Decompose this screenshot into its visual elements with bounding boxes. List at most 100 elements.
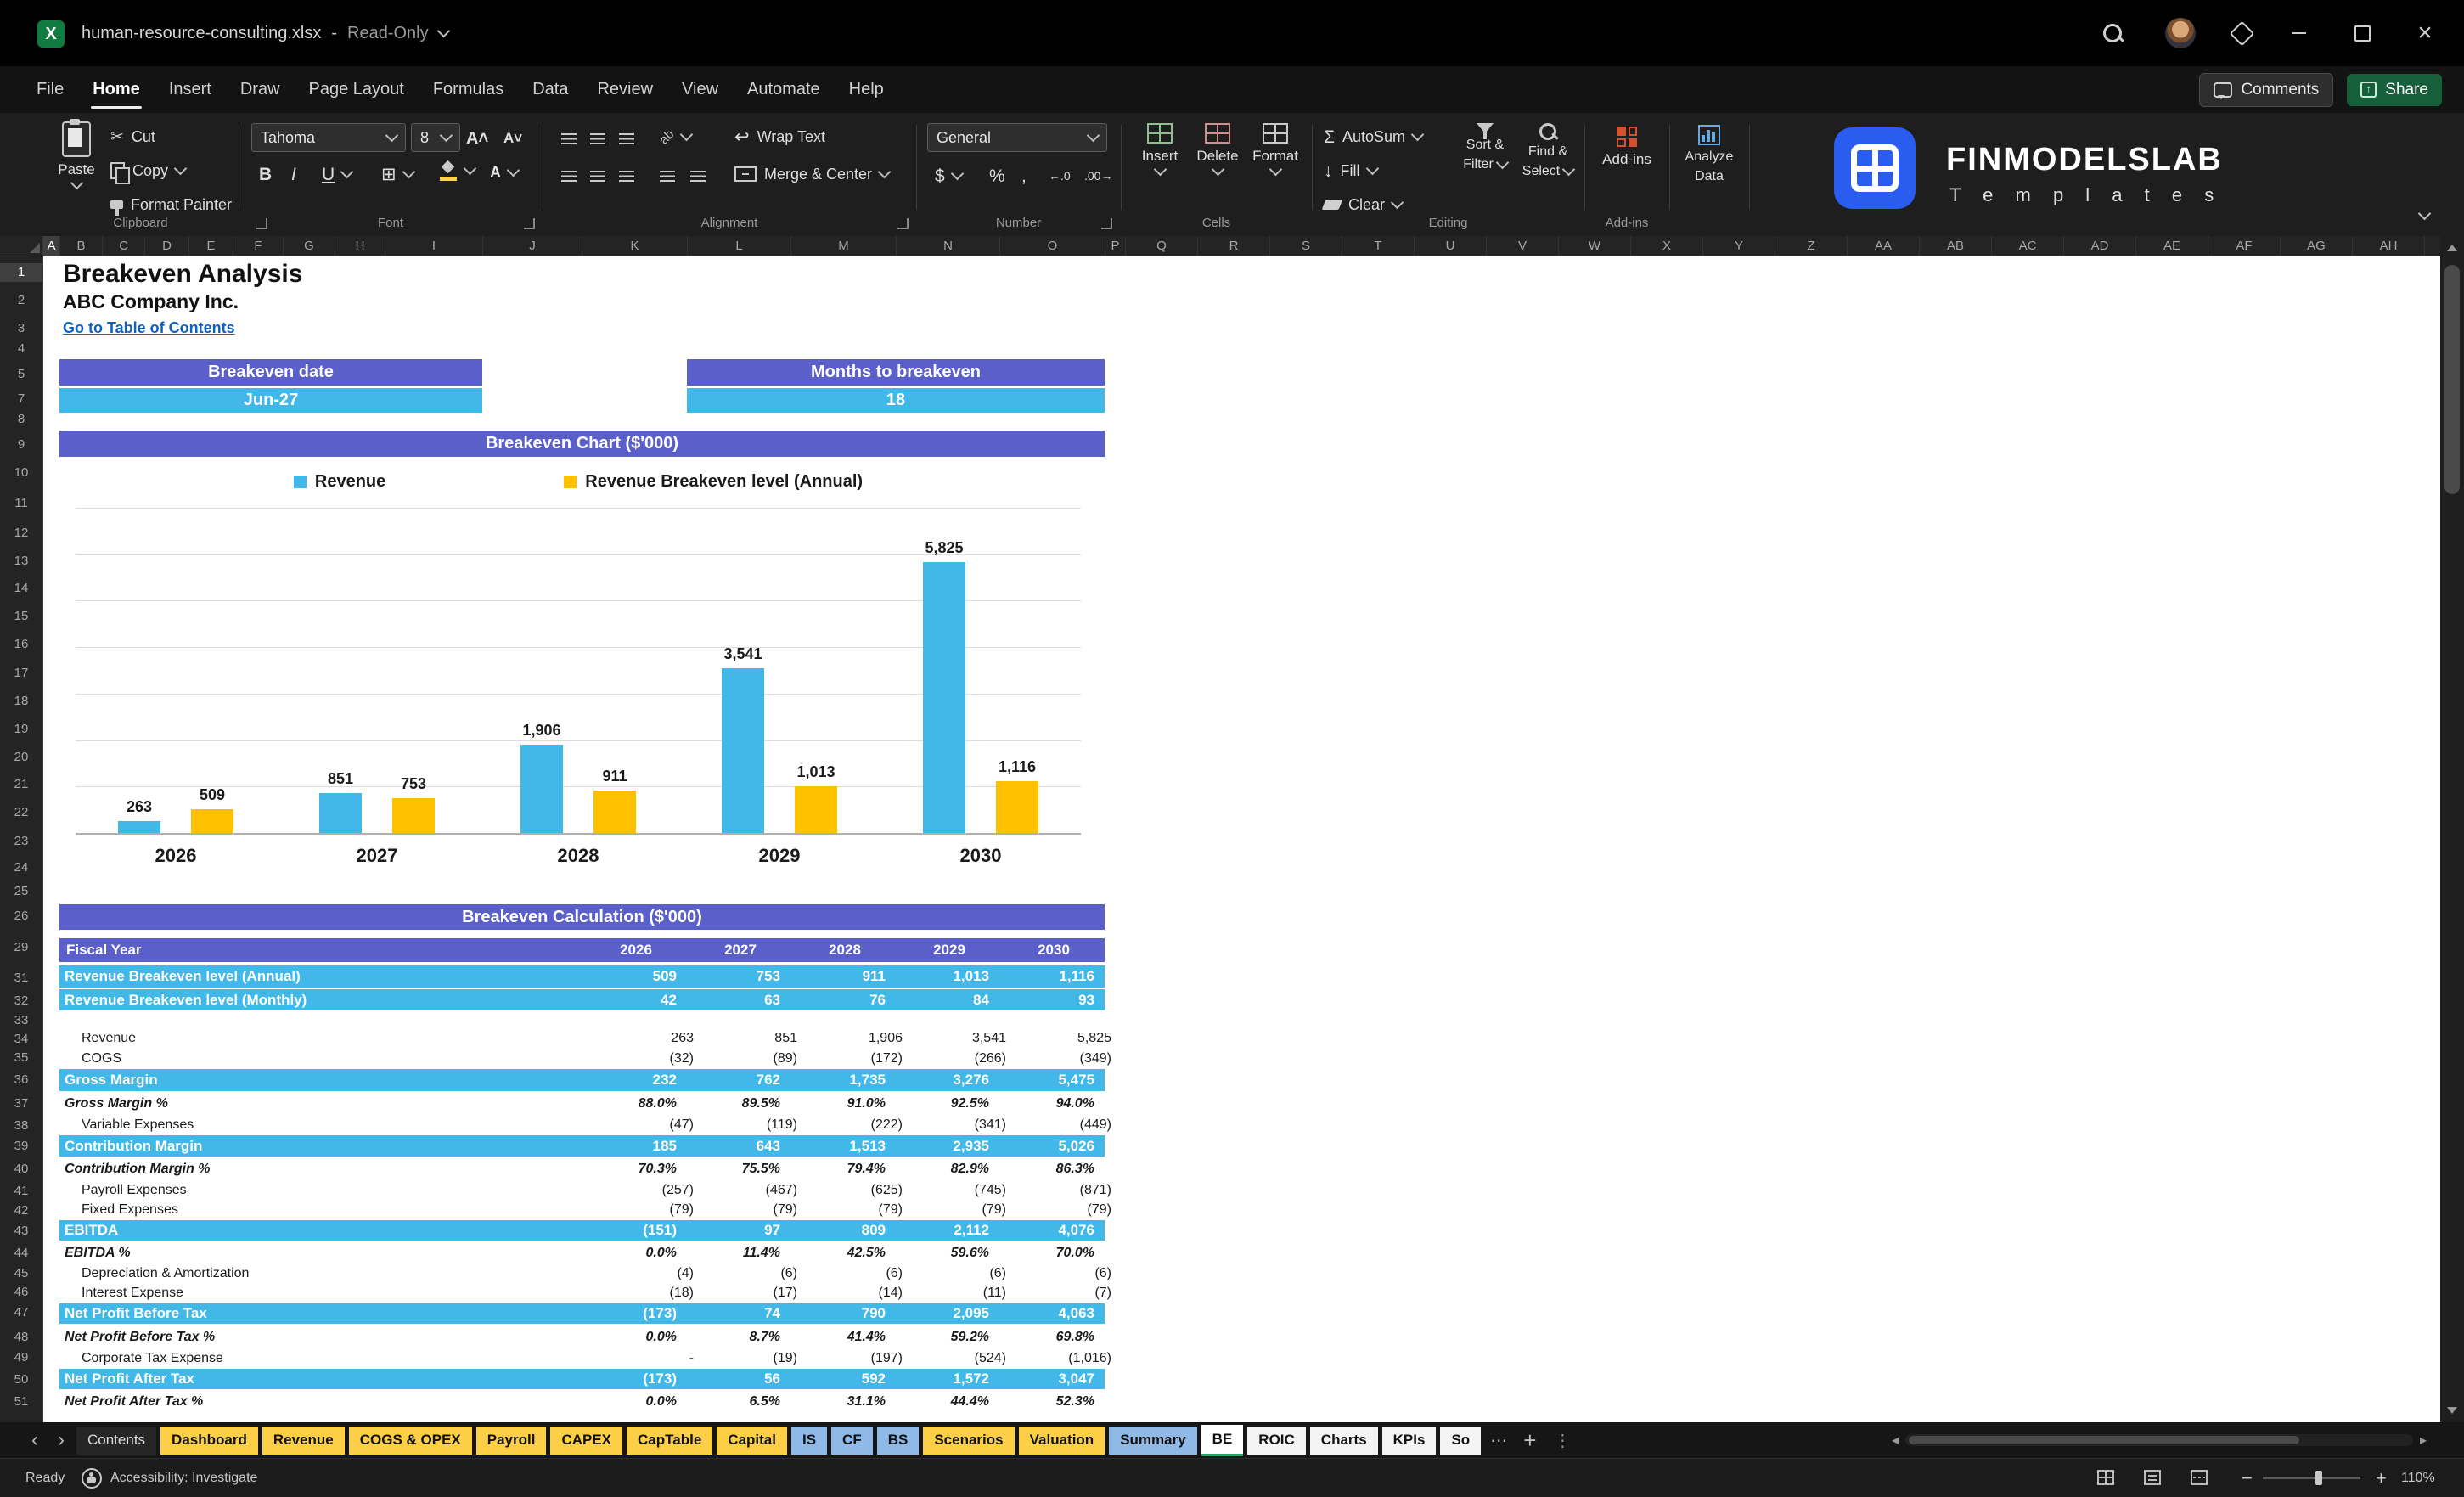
font-name-select[interactable]: Tahoma	[251, 123, 406, 152]
chart-title-banner[interactable]: Breakeven Chart ($'000)	[59, 431, 1105, 457]
menu-tab-automate[interactable]: Automate	[733, 66, 835, 113]
row-label[interactable]: EBITDA %	[59, 1246, 582, 1261]
column-header-B[interactable]: B	[60, 236, 103, 256]
find-select-button[interactable]: Find & Select	[1516, 123, 1580, 179]
zoom-slider[interactable]	[2263, 1471, 2360, 1485]
column-header-I[interactable]: I	[385, 236, 483, 256]
borders-button[interactable]: ⊞	[381, 160, 415, 188]
sheet-tab-kpis[interactable]: KPIs	[1381, 1426, 1437, 1455]
column-header-C[interactable]: C	[103, 236, 145, 256]
column-header-U[interactable]: U	[1415, 236, 1487, 256]
row-header-16[interactable]: 16	[0, 635, 42, 654]
column-header-N[interactable]: N	[897, 236, 1000, 256]
sheet-tab-dashboard[interactable]: Dashboard	[160, 1426, 258, 1455]
cell-value[interactable]: 42.5%	[790, 1246, 896, 1261]
align-middle-button[interactable]	[590, 125, 605, 152]
view-page-break-button[interactable]	[2191, 1470, 2208, 1485]
cell-value[interactable]: 263	[599, 1031, 704, 1046]
cell-value[interactable]: 76	[790, 992, 896, 1009]
merge-center-button[interactable]: Merge & Center	[734, 160, 892, 188]
column-header-AG[interactable]: AG	[2281, 236, 2353, 256]
cell-value[interactable]: -	[599, 1351, 704, 1366]
table-header-year[interactable]: 2027	[689, 942, 792, 959]
minimize-button[interactable]	[2276, 0, 2323, 66]
menu-tab-help[interactable]: Help	[835, 66, 898, 113]
paste-button[interactable]: Paste	[49, 119, 104, 190]
format-cells-button[interactable]: Format	[1246, 123, 1304, 177]
row-header-1[interactable]: 1	[0, 263, 42, 282]
cell-value[interactable]: 0.0%	[582, 1394, 687, 1410]
fill-color-button[interactable]	[439, 157, 477, 184]
row-header-24[interactable]: 24	[0, 858, 42, 877]
analyze-data-button[interactable]: Analyze Data	[1678, 125, 1741, 184]
cell-value[interactable]: (625)	[807, 1183, 913, 1198]
scroll-down-icon[interactable]	[2447, 1407, 2457, 1414]
row-header-37[interactable]: 37	[0, 1095, 42, 1113]
months-to-breakeven-value[interactable]: 18	[687, 388, 1105, 413]
cell-value[interactable]: 84	[896, 992, 999, 1009]
column-header-K[interactable]: K	[582, 236, 688, 256]
sheet-tab-so[interactable]: So	[1440, 1426, 1482, 1455]
cell-value[interactable]: (257)	[599, 1183, 704, 1198]
cell-value[interactable]: 70.0%	[999, 1246, 1105, 1261]
row-header-51[interactable]: 51	[0, 1393, 42, 1411]
column-header-V[interactable]: V	[1487, 236, 1559, 256]
autosum-button[interactable]: Σ AutoSum	[1324, 123, 1425, 150]
cell-value[interactable]: 3,047	[999, 1370, 1105, 1387]
cell-value[interactable]: 4,063	[999, 1305, 1105, 1322]
row-header-5[interactable]: 5	[0, 365, 42, 384]
cell-value[interactable]: 0.0%	[582, 1330, 687, 1345]
cell-value[interactable]: 509	[582, 968, 687, 985]
cell-value[interactable]: 74	[687, 1305, 790, 1322]
cell-value[interactable]: 82.9%	[896, 1162, 999, 1177]
alignment-dialog-launcher-icon[interactable]	[897, 218, 909, 229]
cell-value[interactable]: (14)	[807, 1286, 913, 1301]
row-header-4[interactable]: 4	[0, 340, 42, 358]
row-label[interactable]: Gross Margin %	[59, 1096, 582, 1111]
vertical-scrollbar[interactable]	[2440, 236, 2464, 1422]
sheet-tab-charts[interactable]: Charts	[1309, 1426, 1378, 1455]
row-label[interactable]: Revenue Breakeven level (Monthly)	[59, 992, 582, 1009]
cell-value[interactable]: 2,935	[896, 1138, 999, 1155]
column-header-AD[interactable]: AD	[2064, 236, 2136, 256]
column-header-P[interactable]: P	[1105, 236, 1126, 256]
cell-value[interactable]: (79)	[1016, 1202, 1122, 1218]
horizontal-scroll-thumb[interactable]	[1909, 1436, 2300, 1444]
cell-value[interactable]: 1,735	[790, 1072, 896, 1089]
cell-value[interactable]: 86.3%	[999, 1162, 1105, 1177]
row-label[interactable]: Fixed Expenses	[59, 1202, 599, 1218]
cell-value[interactable]: 31.1%	[790, 1394, 896, 1410]
column-header-AA[interactable]: AA	[1848, 236, 1920, 256]
orientation-button[interactable]: ab	[656, 123, 693, 150]
cell-value[interactable]: (19)	[704, 1351, 807, 1366]
row-label[interactable]: Revenue	[59, 1031, 599, 1046]
column-header-M[interactable]: M	[791, 236, 897, 256]
cell-value[interactable]: (6)	[807, 1266, 913, 1281]
column-header-Y[interactable]: Y	[1703, 236, 1775, 256]
sheet-tab-payroll[interactable]: Payroll	[475, 1426, 547, 1455]
row-header-17[interactable]: 17	[0, 664, 42, 683]
cell-value[interactable]: 59.6%	[896, 1246, 999, 1261]
row-header-29[interactable]: 29	[0, 938, 42, 957]
column-header-AC[interactable]: AC	[1992, 236, 2064, 256]
row-header-42[interactable]: 42	[0, 1202, 42, 1220]
cell-value[interactable]: 11.4%	[687, 1246, 790, 1261]
column-header-AB[interactable]: AB	[1920, 236, 1992, 256]
row-header-11[interactable]: 11	[0, 494, 42, 513]
row-header-9[interactable]: 9	[0, 436, 42, 454]
column-header-AH[interactable]: AH	[2353, 236, 2425, 256]
row-header-23[interactable]: 23	[0, 832, 42, 851]
cell-value[interactable]: 93	[999, 992, 1105, 1009]
sort-filter-button[interactable]: Sort & Filter	[1454, 123, 1516, 172]
horizontal-scrollbar[interactable]: ◂ ▸	[1892, 1431, 2427, 1449]
align-left-button[interactable]	[561, 162, 577, 189]
cell-value[interactable]: 59.2%	[896, 1330, 999, 1345]
cell-value[interactable]: 69.8%	[999, 1330, 1105, 1345]
decrease-decimal-button[interactable]: .00→	[1084, 162, 1112, 189]
font-size-select[interactable]: 8	[411, 123, 460, 152]
row-header-21[interactable]: 21	[0, 775, 42, 794]
row-header-26[interactable]: 26	[0, 907, 42, 926]
breakeven-chart[interactable]: Revenue Revenue Breakeven level (Annual) …	[76, 460, 1081, 889]
cell-value[interactable]: (79)	[913, 1202, 1016, 1218]
cell-value[interactable]: (17)	[704, 1286, 807, 1301]
